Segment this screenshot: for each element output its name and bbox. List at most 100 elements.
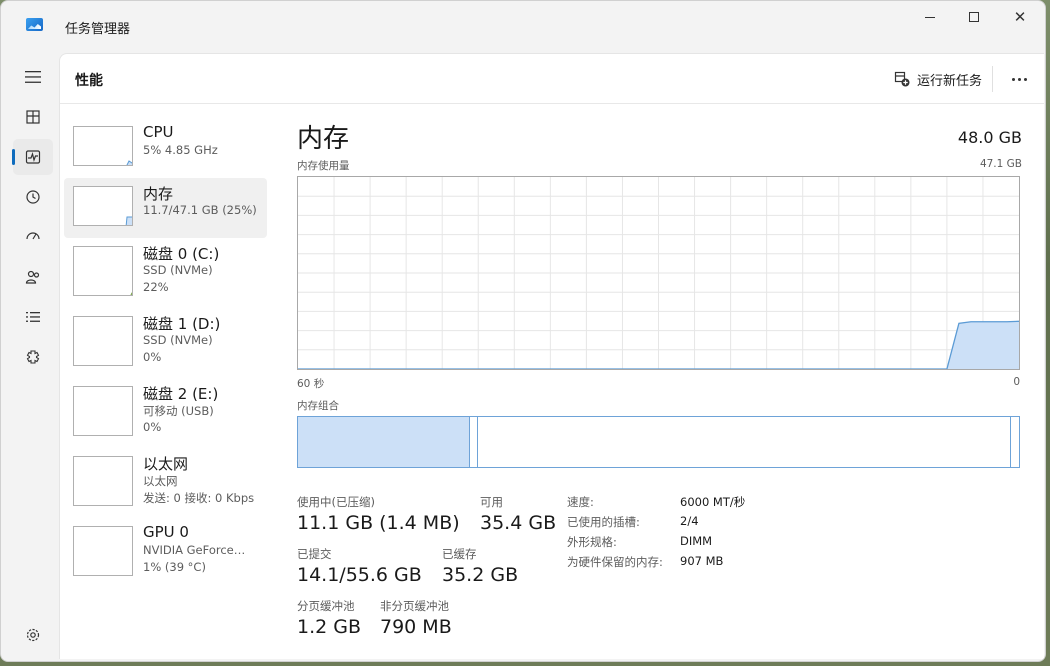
close-button[interactable]: ✕	[997, 5, 1043, 29]
speed-label: 速度:	[567, 495, 594, 509]
memory-usage-chart	[298, 177, 1019, 369]
ethernet-thumbnail-graph	[73, 456, 133, 506]
performance-sidebar: CPU 5% 4.85 GHz 内存 11.7/47.1 GB (25%) 磁盘…	[60, 104, 280, 654]
more-icon-dot	[1023, 77, 1027, 81]
non-paged-pool-value: 790 MB	[380, 616, 452, 638]
sidebar-item-disk-1[interactable]: 磁盘 1 (D:) SSD (NVMe) 0%	[64, 308, 267, 368]
committed-value: 14.1/55.6 GB	[297, 564, 422, 586]
services-icon	[26, 350, 40, 364]
sidebar-item-usage: 22%	[143, 280, 169, 294]
sidebar-item-detail: 11.7/47.1 GB (25%)	[143, 203, 257, 217]
memory-usage-graph	[297, 176, 1020, 370]
hamburger-icon	[25, 71, 41, 83]
sidebar-item-name: GPU 0	[143, 523, 189, 541]
available-value: 35.4 GB	[480, 512, 557, 534]
gpu-0-thumbnail-graph	[73, 526, 133, 576]
navigation-rail	[1, 53, 59, 661]
task-manager-app-icon	[26, 18, 43, 31]
sidebar-item-detail: 以太网	[143, 474, 178, 488]
sidebar-item-detail: NVIDIA GeForce…	[143, 543, 246, 557]
more-icon-dot	[1011, 77, 1015, 81]
processes-icon	[26, 110, 40, 124]
speed-value: 6000 MT/秒	[680, 495, 746, 509]
startup-icon	[26, 232, 40, 240]
sidebar-item-disk-2[interactable]: 磁盘 2 (E:) 可移动 (USB) 0%	[64, 378, 267, 438]
nav-startup-apps[interactable]	[13, 219, 53, 255]
nav-services[interactable]	[13, 339, 53, 375]
cpu-thumbnail-chart	[126, 160, 132, 165]
disk-0-thumbnail-graph	[73, 246, 133, 296]
available-label: 可用	[480, 495, 503, 509]
disk-2-thumbnail-graph	[73, 386, 133, 436]
sidebar-item-name: 磁盘 1 (D:)	[143, 315, 221, 333]
graph-time-end-label: 0	[1013, 376, 1020, 388]
hardware-reserved-label: 为硬件保留的内存:	[567, 555, 663, 569]
sidebar-item-cpu[interactable]: CPU 5% 4.85 GHz	[64, 118, 267, 178]
hardware-reserved-value: 907 MB	[680, 554, 724, 568]
paged-pool-label: 分页缓冲池	[297, 599, 355, 613]
page-title: 性能	[75, 73, 103, 89]
run-new-task-label: 运行新任务	[917, 73, 983, 89]
memory-usage-label: 内存使用量	[297, 160, 350, 172]
content-panel: 性能 运行新任务 CPU 5% 4.85 GHz 内存 11.7/47.1 GB…	[59, 53, 1044, 659]
settings-icon	[26, 628, 40, 642]
title-bar[interactable]: 任务管理器 ✕	[1, 1, 1045, 53]
non-paged-pool-label: 非分页缓冲池	[380, 599, 449, 613]
sidebar-item-throughput: 发送: 0 接收: 0 Kbps	[143, 491, 255, 505]
cached-label: 已缓存	[442, 547, 477, 561]
resource-title: 内存	[297, 124, 350, 154]
sidebar-item-usage: 0%	[143, 350, 162, 364]
more-options-button[interactable]	[1005, 66, 1033, 92]
in-use-label: 使用中(已压缩)	[297, 495, 375, 509]
memory-composition-label: 内存组合	[297, 400, 339, 412]
run-new-task-button[interactable]: 运行新任务	[890, 66, 986, 92]
memory-thumbnail-graph	[73, 186, 133, 226]
nav-processes[interactable]	[13, 99, 53, 135]
details-icon	[26, 312, 40, 322]
maximize-button[interactable]	[951, 5, 997, 29]
task-manager-window: 任务管理器 ✕ 性能 运行新任务 CPU 5% 4.85 GHz 内存 11.7…	[0, 0, 1046, 662]
nav-users[interactable]	[13, 259, 53, 295]
sidebar-item-name: 内存	[143, 185, 174, 203]
sidebar-item-detail: 可移动 (USB)	[143, 404, 214, 418]
sidebar-item-ethernet[interactable]: 以太网 以太网 发送: 0 接收: 0 Kbps	[64, 448, 267, 508]
sidebar-item-detail: 5% 4.85 GHz	[143, 143, 218, 157]
window-title: 任务管理器	[65, 22, 131, 37]
more-icon-dot	[1017, 77, 1021, 81]
paged-pool-value: 1.2 GB	[297, 616, 362, 638]
memory-usage-max: 47.1 GB	[979, 158, 1022, 170]
memory-total: 48.0 GB	[957, 128, 1022, 147]
minimize-button[interactable]	[907, 5, 953, 29]
composition-free	[1010, 417, 1019, 467]
nav-details[interactable]	[13, 299, 53, 335]
committed-label: 已提交	[297, 547, 332, 561]
sidebar-item-name: 磁盘 0 (C:)	[143, 245, 220, 263]
memory-composition-bar	[297, 416, 1020, 468]
history-icon	[26, 190, 40, 204]
nav-menu-button[interactable]	[13, 59, 53, 95]
sidebar-item-detail: SSD (NVMe)	[143, 333, 213, 347]
nav-settings[interactable]	[13, 617, 53, 653]
composition-in-use	[298, 417, 471, 467]
slots-used-value: 2/4	[680, 514, 699, 528]
header-divider	[992, 66, 993, 92]
maximize-icon	[969, 12, 979, 22]
sidebar-item-name: 以太网	[143, 455, 189, 473]
nav-performance[interactable]	[12, 139, 53, 175]
page-header: 性能 运行新任务	[60, 54, 1044, 104]
nav-app-history[interactable]	[13, 179, 53, 215]
close-icon: ✕	[1013, 8, 1027, 26]
minimize-icon	[925, 16, 935, 18]
sidebar-item-memory[interactable]: 内存 11.7/47.1 GB (25%)	[64, 178, 267, 238]
slots-used-label: 已使用的插槽:	[567, 515, 640, 529]
memory-thumbnail-chart	[125, 216, 132, 225]
sidebar-item-name: 磁盘 2 (E:)	[143, 385, 219, 403]
sidebar-item-gpu-0[interactable]: GPU 0 NVIDIA GeForce… 1% (39 °C)	[64, 518, 267, 578]
sidebar-item-disk-0[interactable]: 磁盘 0 (C:) SSD (NVMe) 22%	[64, 238, 267, 298]
form-factor-value: DIMM	[680, 534, 713, 548]
users-icon	[25, 270, 40, 284]
disk-1-thumbnail-graph	[73, 316, 133, 366]
performance-icon	[25, 150, 41, 164]
graph-time-span-label: 60 秒	[297, 378, 325, 390]
sidebar-item-name: CPU	[143, 123, 174, 141]
